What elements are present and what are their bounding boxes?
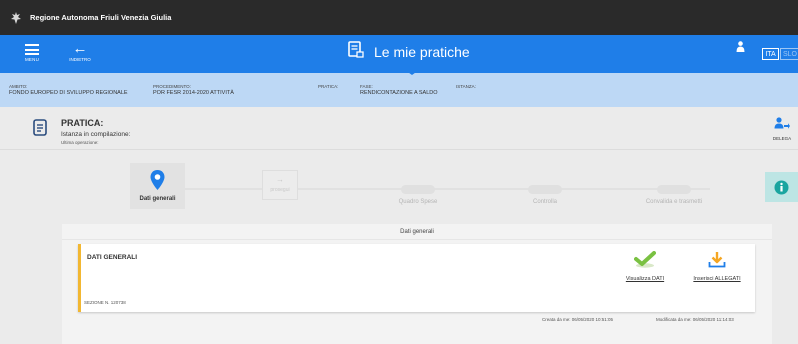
step-convalida-marker [657,185,691,194]
step-controlla-label: Controlla [532,199,557,205]
delega-label: DELEGA [772,136,792,141]
region-bar: Regione Autonoma Friuli Venezia Giulia [0,0,798,35]
info-button[interactable] [765,172,798,202]
arrow-left-icon: ← [72,40,88,57]
step-quadro-spese-marker [401,185,435,194]
menu-button[interactable]: MENU [17,38,47,68]
inserisci-allegati-button[interactable]: Inserisci ALLEGATI [686,251,748,282]
delega-button[interactable]: DELEGA [768,116,796,141]
info-fase: FASE: RENDICONTAZIONE A SALDO [360,84,438,96]
section-number: SEZIONE N. 120738 [84,300,126,305]
header-notch [405,70,419,75]
pratica-last-operation: Ultima operazione: [61,140,99,145]
inserisci-allegati-label: Inserisci ALLEGATI [693,276,741,282]
pratica-header: PRATICA: Istanza in compilazione: Ultima… [0,107,798,150]
wizard-stepper: Dati generali → prosegui Quadro Spese Co… [0,150,798,214]
info-ambito: AMBITO: FONDO EUROPEO DI SVILUPPO REGION… [9,84,128,96]
app-header: MENU ← INDIETRO Le mie pratiche ITA SLO [0,35,798,73]
page: Regione Autonoma Friuli Venezia Giulia M… [0,0,798,344]
step-quadro-spese-label: Quadro Spese [398,199,438,205]
step-dati-generali[interactable]: Dati generali [130,163,185,209]
info-bar: AMBITO: FONDO EUROPEO DI SVILUPPO REGION… [0,73,798,107]
visualizza-dati-button[interactable]: Visualizza DATI [615,251,675,282]
step-connector [185,188,262,190]
info-procedimento: PROCEDIMENTO: POR FESR 2014-2020 ATTIVIT… [153,84,234,96]
page-title-text: Le mie pratiche [374,44,470,60]
language-slo-button[interactable]: SLO [780,48,798,60]
created-date: Creata da me: 06/05/2020 10:51:05 [542,317,614,322]
checkmark-icon [634,251,656,268]
prosegui-button[interactable]: → prosegui [262,170,298,200]
step-connector [298,188,710,190]
language-ita-button[interactable]: ITA [762,48,779,60]
document-list-icon [348,41,364,63]
section-panel: Dati generali DATI GENERALI Visualizza D… [62,224,772,344]
menu-label: MENU [24,57,40,62]
card-title: DATI GENERALI [87,254,138,261]
region-name: Regione Autonoma Friuli Venezia Giulia [30,13,172,22]
section-title: Dati generali [62,224,772,240]
visualizza-dati-label: Visualizza DATI [625,276,665,282]
user-icon[interactable] [736,39,745,57]
arrow-right-icon: → [276,175,284,184]
back-label: INDIETRO [69,57,91,62]
pratica-title: PRATICA: [61,118,104,128]
modified-date: Modificata da me: 06/05/2020 11:14:03 [656,317,734,322]
pratica-status: Istanza in compilazione: [61,131,131,138]
prosegui-label: prosegui [270,187,290,193]
delegate-user-icon [774,117,790,129]
map-marker-icon [150,170,165,190]
download-icon [708,252,726,268]
step-convalida-label: Convalida e trasmetti [645,199,703,205]
region-logo-icon [10,11,22,25]
step-controlla-marker [528,185,562,194]
info-istanza: ISTANZA: [456,84,476,89]
hamburger-icon [25,44,39,55]
document-icon [33,119,47,141]
info-icon [774,180,789,194]
dati-generali-card: DATI GENERALI Visualizza DATI Inserisci … [78,244,755,312]
page-title: Le mie pratiche [348,41,470,63]
step-label: Dati generali [139,196,176,202]
info-pratica: PRATICA: [318,84,339,89]
back-button[interactable]: ← INDIETRO [62,38,98,68]
